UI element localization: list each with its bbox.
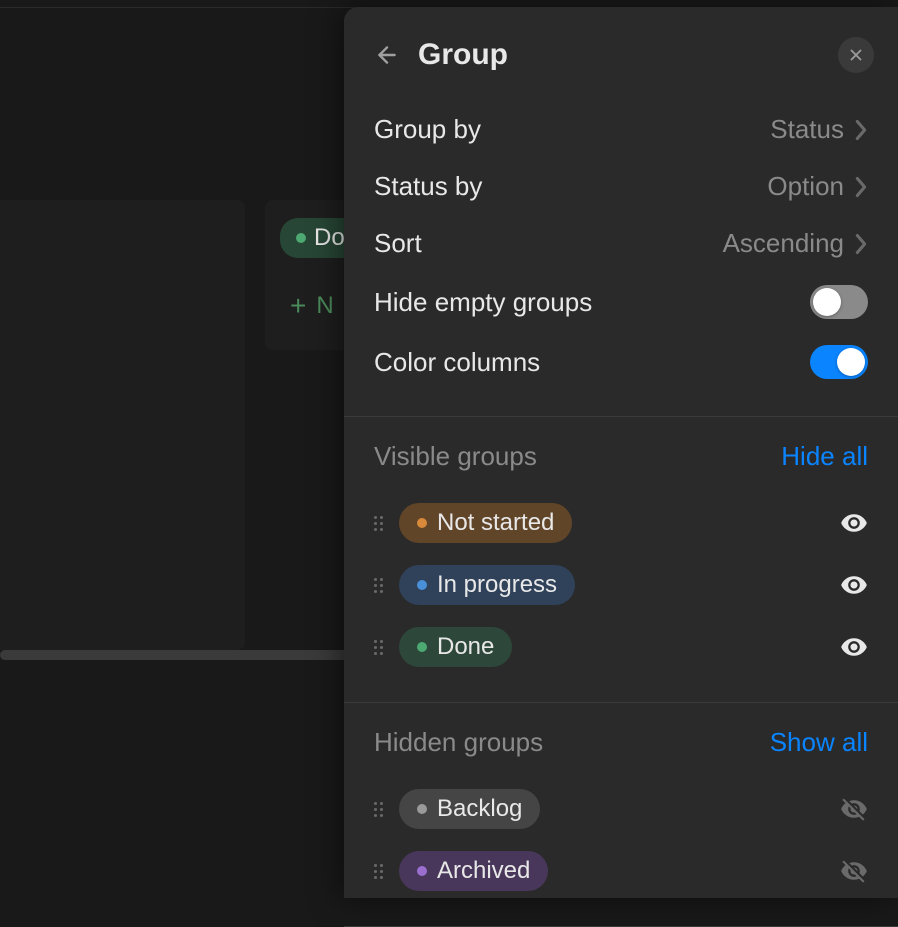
plus-icon: + — [290, 290, 306, 322]
visible-groups-title: Visible groups — [374, 441, 537, 472]
hidden-groups-section: Hidden groups Show all Backlog — [344, 703, 898, 926]
group-item-archived: Archived — [374, 840, 868, 902]
visible-groups-section: Visible groups Hide all Not started — [344, 417, 898, 702]
dot-icon — [417, 866, 427, 876]
drag-handle-icon[interactable] — [374, 640, 383, 655]
setting-status-by[interactable]: Status by Option — [374, 158, 868, 215]
close-icon — [847, 46, 865, 64]
settings-list: Group by Status Status by Option Sort As… — [344, 93, 898, 416]
background-new-row[interactable]: + N — [290, 290, 334, 322]
setting-value: Status — [770, 114, 868, 145]
pill-label: Backlog — [437, 795, 522, 823]
eye-icon — [840, 571, 868, 599]
group-item-done: Done — [374, 616, 868, 678]
group-item-in-progress: In progress — [374, 554, 868, 616]
close-button[interactable] — [838, 37, 874, 73]
chevron-right-icon — [854, 233, 868, 255]
drag-handle-icon[interactable] — [374, 802, 383, 817]
setting-value-text: Ascending — [723, 228, 844, 259]
setting-value: Ascending — [723, 228, 868, 259]
status-pill: Backlog — [399, 789, 540, 829]
setting-color-columns: Color columns — [374, 332, 868, 392]
hide-all-button[interactable]: Hide all — [781, 441, 868, 472]
eye-icon — [840, 509, 868, 537]
chevron-right-icon — [854, 176, 868, 198]
hide-empty-toggle[interactable] — [810, 285, 868, 319]
dot-icon — [417, 580, 427, 590]
setting-value: Option — [767, 171, 868, 202]
panel-header: Group — [344, 7, 898, 93]
status-pill: In progress — [399, 565, 575, 605]
setting-hide-empty: Hide empty groups — [374, 272, 868, 332]
dot-icon — [417, 804, 427, 814]
dot-icon — [296, 233, 306, 243]
status-pill: Not started — [399, 503, 572, 543]
pill-label: Done — [437, 633, 494, 661]
visibility-toggle[interactable] — [840, 857, 868, 885]
toggle-knob — [837, 348, 865, 376]
group-item-not-started: Not started — [374, 492, 868, 554]
dot-icon — [417, 642, 427, 652]
status-pill: Archived — [399, 851, 548, 891]
color-columns-toggle[interactable] — [810, 345, 868, 379]
dot-icon — [417, 518, 427, 528]
groups-header: Visible groups Hide all — [374, 441, 868, 472]
setting-label: Color columns — [374, 347, 540, 378]
groups-header: Hidden groups Show all — [374, 727, 868, 758]
toggle-knob — [813, 288, 841, 316]
eye-off-icon — [840, 795, 868, 823]
pill-label: In progress — [437, 571, 557, 599]
eye-off-icon — [840, 857, 868, 885]
chevron-right-icon — [854, 119, 868, 141]
group-settings-panel: Group Group by Status Status by Option — [344, 7, 898, 898]
setting-sort[interactable]: Sort Ascending — [374, 215, 868, 272]
hidden-groups-title: Hidden groups — [374, 727, 543, 758]
arrow-left-icon — [374, 42, 400, 68]
status-pill: Done — [399, 627, 512, 667]
setting-label: Group by — [374, 114, 481, 145]
visibility-toggle[interactable] — [840, 509, 868, 537]
setting-value-text: Status — [770, 114, 844, 145]
drag-handle-icon[interactable] — [374, 864, 383, 879]
visibility-toggle[interactable] — [840, 571, 868, 599]
drag-handle-icon[interactable] — [374, 516, 383, 531]
visibility-toggle[interactable] — [840, 633, 868, 661]
eye-icon — [840, 633, 868, 661]
drag-handle-icon[interactable] — [374, 578, 383, 593]
setting-value-text: Option — [767, 171, 844, 202]
visibility-toggle[interactable] — [840, 795, 868, 823]
group-item-backlog: Backlog — [374, 778, 868, 840]
background-column — [0, 200, 245, 650]
setting-label: Hide empty groups — [374, 287, 592, 318]
pill-label: Archived — [437, 857, 530, 885]
panel-title: Group — [418, 38, 820, 72]
pill-label: Not started — [437, 509, 554, 537]
background-done-label: Do — [314, 224, 345, 252]
setting-label: Sort — [374, 228, 422, 259]
show-all-button[interactable]: Show all — [770, 727, 868, 758]
back-button[interactable] — [374, 42, 400, 68]
background-new-label: N — [316, 292, 333, 320]
setting-label: Status by — [374, 171, 482, 202]
background-scrollbar[interactable] — [0, 650, 360, 660]
setting-group-by[interactable]: Group by Status — [374, 101, 868, 158]
